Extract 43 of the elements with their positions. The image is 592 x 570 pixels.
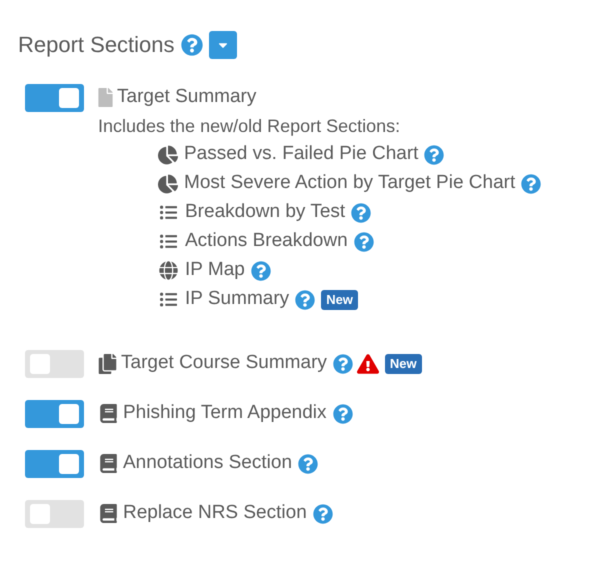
- new-badge: New: [321, 290, 358, 310]
- section-label: Target Summary: [117, 85, 256, 110]
- help-icon[interactable]: [312, 504, 333, 524]
- help-icon[interactable]: [332, 354, 353, 374]
- section-label: Replace NRS Section: [123, 501, 307, 526]
- book-icon: [100, 404, 117, 423]
- globe-icon: [159, 261, 178, 280]
- help-icon[interactable]: [332, 404, 352, 424]
- dropdown-button[interactable]: [208, 30, 237, 58]
- subsection-label: Actions Breakdown: [185, 229, 348, 254]
- help-icon[interactable]: [351, 202, 372, 222]
- list-icon: [159, 291, 178, 308]
- help-icon[interactable]: [424, 144, 444, 164]
- toggle-switch[interactable]: [25, 500, 84, 528]
- new-badge: New: [384, 354, 422, 374]
- help-icon[interactable]: [250, 260, 271, 280]
- section-description: Includes the new/old Report Sections:: [98, 115, 402, 138]
- toggle-switch[interactable]: [25, 350, 84, 378]
- help-icon[interactable]: [521, 174, 542, 194]
- pie-chart-icon: [158, 174, 178, 194]
- book-icon: [100, 454, 117, 473]
- section-heading: Report Sections: [18, 31, 175, 59]
- section-label: Phishing Term Appendix: [123, 401, 326, 426]
- subsection-label: Passed vs. Failed Pie Chart: [184, 142, 418, 166]
- help-icon[interactable]: [180, 34, 203, 56]
- help-icon[interactable]: [354, 232, 374, 252]
- book-icon: [100, 504, 117, 523]
- subsection-label: Most Severe Action by Target Pie Chart: [184, 171, 516, 196]
- help-icon[interactable]: [295, 290, 316, 310]
- pie-chart-icon: [158, 144, 178, 164]
- subsection-label: Breakdown by Test: [185, 200, 346, 224]
- section-label: Annotations Section: [123, 451, 292, 476]
- subsection-label: IP Summary: [185, 287, 290, 312]
- toggle-switch[interactable]: [25, 400, 84, 428]
- documents-icon: [98, 354, 117, 374]
- toggle-switch[interactable]: [25, 450, 84, 478]
- toggle-switch[interactable]: [25, 84, 84, 112]
- list-icon: [159, 204, 178, 221]
- file-icon: [98, 88, 113, 107]
- list-icon: [159, 233, 178, 250]
- section-label: Target Course Summary: [121, 351, 327, 376]
- help-icon[interactable]: [298, 454, 318, 474]
- subsection-label: IP Map: [185, 258, 245, 282]
